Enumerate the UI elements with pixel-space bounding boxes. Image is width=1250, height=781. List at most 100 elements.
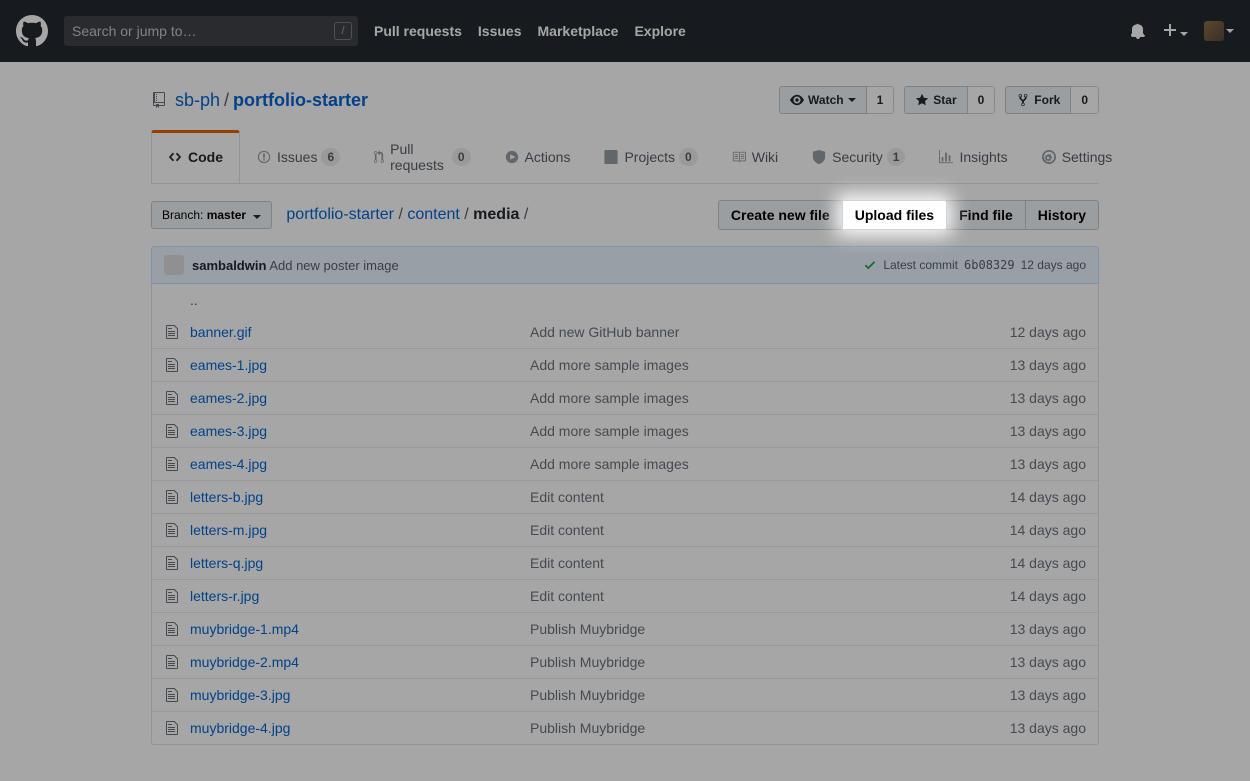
star-icon — [915, 93, 929, 107]
file-name-link[interactable]: muybridge-4.jpg — [190, 720, 530, 736]
tab-issues[interactable]: Issues6 — [240, 130, 357, 183]
book-icon — [732, 150, 746, 164]
history-button[interactable]: History — [1025, 200, 1099, 230]
avatar-menu[interactable] — [1204, 21, 1234, 41]
commit-message[interactable]: Add new poster image — [269, 258, 398, 273]
up-directory[interactable]: .. — [152, 284, 1098, 316]
repo-head: sb-ph / portfolio-starter Watch 1 Star 0… — [151, 62, 1099, 114]
author-link[interactable]: sambaldwin — [192, 258, 266, 273]
watch-count[interactable]: 1 — [867, 86, 895, 114]
file-age: 13 days ago — [936, 654, 1086, 670]
search-input[interactable] — [64, 16, 358, 46]
breadcrumb-root[interactable]: portfolio-starter — [286, 206, 394, 223]
check-icon[interactable] — [863, 258, 877, 272]
commit-tease: sambaldwin Add new poster image Latest c… — [151, 246, 1099, 284]
file-name-link[interactable]: muybridge-3.jpg — [190, 687, 530, 703]
commit-hash[interactable]: 6b08329 — [964, 258, 1015, 272]
file-commit-message[interactable]: Add more sample images — [530, 390, 936, 406]
file-commit-message[interactable]: Edit content — [530, 555, 936, 571]
code-icon — [168, 150, 182, 164]
file-commit-message[interactable]: Publish Muybridge — [530, 687, 936, 703]
star-count[interactable]: 0 — [968, 86, 996, 114]
file-row: muybridge-1.mp4Publish Muybridge13 days … — [152, 612, 1098, 645]
global-header: / Pull requests Issues Marketplace Explo… — [0, 0, 1250, 62]
file-commit-message[interactable]: Add more sample images — [530, 357, 936, 373]
file-icon — [164, 654, 180, 670]
github-logo-icon[interactable] — [16, 15, 48, 47]
file-age: 13 days ago — [936, 687, 1086, 703]
tab-projects[interactable]: Projects0 — [587, 130, 714, 183]
tab-code[interactable]: Code — [151, 130, 240, 183]
file-row: letters-q.jpgEdit content14 days ago — [152, 546, 1098, 579]
file-icon — [164, 687, 180, 703]
bell-icon[interactable] — [1130, 23, 1146, 39]
file-age: 14 days ago — [936, 588, 1086, 604]
nav-issues[interactable]: Issues — [478, 23, 522, 39]
create-file-button[interactable]: Create new file — [718, 200, 843, 230]
tab-settings[interactable]: Settings — [1025, 130, 1130, 183]
tab-insights[interactable]: Insights — [922, 130, 1024, 183]
file-age: 14 days ago — [936, 555, 1086, 571]
file-row: letters-b.jpgEdit content14 days ago — [152, 480, 1098, 513]
graph-icon — [939, 150, 953, 164]
file-name-link[interactable]: banner.gif — [190, 324, 530, 340]
file-name-link[interactable]: letters-q.jpg — [190, 555, 530, 571]
tab-security[interactable]: Security1 — [795, 130, 922, 183]
file-commit-message[interactable]: Publish Muybridge — [530, 654, 936, 670]
file-name-link[interactable]: eames-2.jpg — [190, 390, 530, 406]
find-file-button[interactable]: Find file — [946, 200, 1026, 230]
file-list: .. banner.gifAdd new GitHub banner12 day… — [151, 284, 1099, 745]
file-row: muybridge-4.jpgPublish Muybridge13 days … — [152, 711, 1098, 744]
file-age: 13 days ago — [936, 621, 1086, 637]
nav-explore[interactable]: Explore — [634, 23, 685, 39]
tab-pull-requests[interactable]: Pull requests0 — [357, 130, 487, 183]
search-box: / — [64, 16, 358, 46]
file-name-link[interactable]: eames-4.jpg — [190, 456, 530, 472]
file-name-link[interactable]: letters-m.jpg — [190, 522, 530, 538]
shield-icon — [812, 150, 826, 164]
tab-actions[interactable]: Actions — [488, 130, 588, 183]
file-row: eames-3.jpgAdd more sample images13 days… — [152, 414, 1098, 447]
file-commit-message[interactable]: Edit content — [530, 522, 936, 538]
plus-menu[interactable] — [1162, 22, 1188, 41]
nav-marketplace[interactable]: Marketplace — [538, 23, 619, 39]
upload-files-button[interactable]: Upload files — [842, 200, 947, 230]
watch-button[interactable]: Watch — [779, 86, 867, 114]
file-commit-message[interactable]: Edit content — [530, 489, 936, 505]
file-name-link[interactable]: muybridge-1.mp4 — [190, 621, 530, 637]
file-row: muybridge-3.jpgPublish Muybridge13 days … — [152, 678, 1098, 711]
nav-pull-requests[interactable]: Pull requests — [374, 23, 462, 39]
fork-count[interactable]: 0 — [1071, 86, 1099, 114]
fork-button[interactable]: Fork — [1005, 86, 1071, 114]
branch-select[interactable]: Branch: master — [151, 201, 272, 229]
file-name-link[interactable]: letters-r.jpg — [190, 588, 530, 604]
file-commit-message[interactable]: Add more sample images — [530, 423, 936, 439]
slash-key-icon: / — [334, 22, 352, 40]
file-commit-message[interactable]: Add new GitHub banner — [530, 324, 936, 340]
file-row: eames-2.jpgAdd more sample images13 days… — [152, 381, 1098, 414]
file-commit-message[interactable]: Publish Muybridge — [530, 720, 936, 736]
owner-link[interactable]: sb-ph — [175, 90, 220, 111]
file-name-link[interactable]: eames-1.jpg — [190, 357, 530, 373]
eye-icon — [790, 93, 804, 107]
file-age: 13 days ago — [936, 357, 1086, 373]
repo-link[interactable]: portfolio-starter — [233, 90, 368, 110]
file-name-link[interactable]: eames-3.jpg — [190, 423, 530, 439]
file-commit-message[interactable]: Publish Muybridge — [530, 621, 936, 637]
file-actions: Create new file Upload files Find file H… — [719, 200, 1099, 230]
tab-wiki[interactable]: Wiki — [715, 130, 795, 183]
file-age: 13 days ago — [936, 720, 1086, 736]
author-avatar[interactable] — [164, 255, 184, 275]
file-age: 14 days ago — [936, 489, 1086, 505]
file-icon — [164, 423, 180, 439]
file-commit-message[interactable]: Add more sample images — [530, 456, 936, 472]
file-icon — [164, 522, 180, 538]
file-icon — [164, 588, 180, 604]
commit-age: 12 days ago — [1021, 258, 1086, 272]
file-icon — [164, 456, 180, 472]
file-name-link[interactable]: letters-b.jpg — [190, 489, 530, 505]
file-commit-message[interactable]: Edit content — [530, 588, 936, 604]
file-name-link[interactable]: muybridge-2.mp4 — [190, 654, 530, 670]
breadcrumb-content[interactable]: content — [407, 206, 459, 223]
star-button[interactable]: Star — [904, 86, 967, 114]
